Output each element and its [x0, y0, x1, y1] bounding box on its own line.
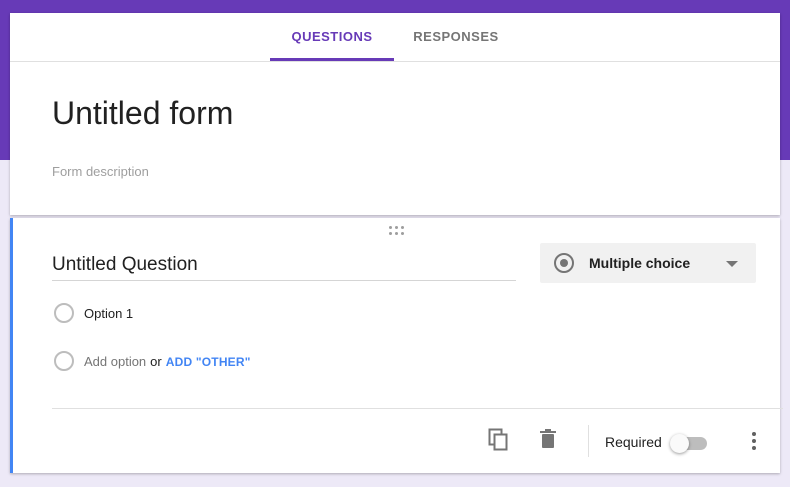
dropdown-arrow-icon [726, 261, 738, 267]
required-toggle[interactable] [669, 433, 709, 453]
footer-vertical-divider [588, 425, 589, 457]
more-vert-icon[interactable] [750, 431, 758, 456]
toggle-thumb [670, 434, 689, 453]
add-other-link[interactable]: ADD "OTHER" [166, 355, 251, 369]
add-option-radio-icon [54, 351, 74, 371]
tab-responses[interactable]: RESPONSES [394, 13, 518, 61]
question-card[interactable]: Untitled Question Multiple choice Option… [10, 218, 783, 473]
drag-handle-icon[interactable] [389, 226, 407, 238]
active-tab-indicator [270, 58, 394, 61]
tab-bar: QUESTIONS RESPONSES [10, 13, 780, 62]
required-label: Required [605, 434, 662, 450]
add-option-input[interactable]: Add option [84, 354, 146, 369]
copy-icon[interactable] [488, 428, 510, 457]
question-type-dropdown[interactable]: Multiple choice [540, 243, 756, 283]
radio-button-icon [554, 253, 574, 273]
or-text: or [150, 354, 162, 369]
form-title[interactable]: Untitled form [52, 95, 233, 132]
option-radio-icon [54, 303, 74, 323]
tab-questions[interactable]: QUESTIONS [270, 13, 394, 61]
footer-divider [52, 408, 783, 409]
question-type-label: Multiple choice [589, 255, 691, 271]
question-title-input[interactable]: Untitled Question [52, 254, 516, 281]
add-option-row: Add option or ADD "OTHER" [84, 354, 251, 369]
trash-icon[interactable] [540, 429, 556, 454]
form-header-card: QUESTIONS RESPONSES Untitled form Form d… [10, 13, 780, 215]
option-1-label[interactable]: Option 1 [84, 306, 133, 321]
form-description-field[interactable]: Form description [52, 164, 149, 179]
